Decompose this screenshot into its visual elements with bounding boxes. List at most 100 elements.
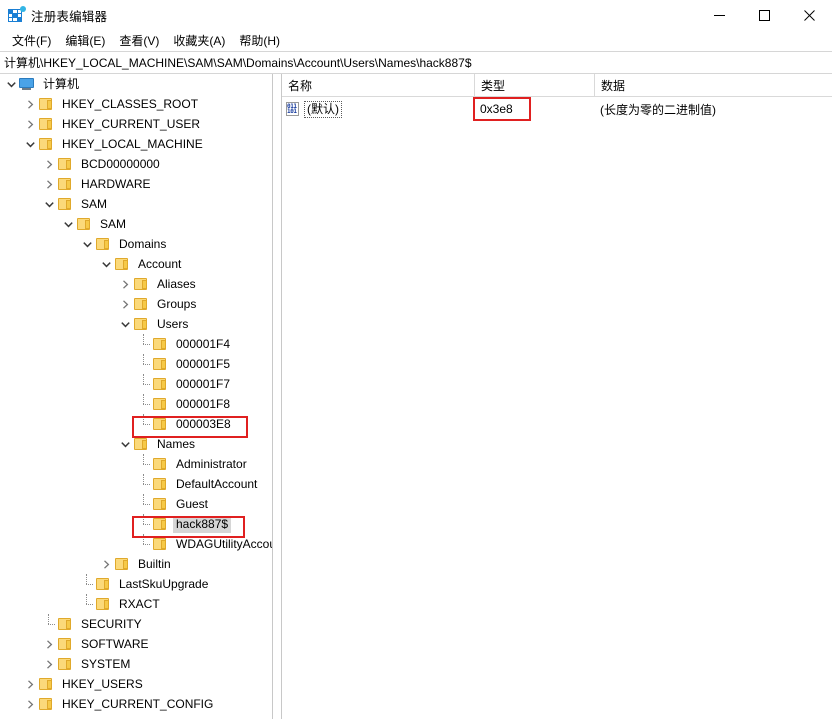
chevron-down-icon[interactable] <box>22 134 38 154</box>
folder-icon <box>38 677 54 691</box>
tree-node-SOFTWARE[interactable]: SOFTWARE <box>0 634 272 654</box>
tree-node-SAM[interactable]: SAM <box>0 194 272 214</box>
folder-icon <box>152 397 168 411</box>
tree-node-HKEY_CLASSES_ROOT[interactable]: HKEY_CLASSES_ROOT <box>0 94 272 114</box>
tree-node-LastSkuUpgrade[interactable]: LastSkuUpgrade <box>0 574 272 594</box>
tree-node-Groups[interactable]: Groups <box>0 294 272 314</box>
tree-node-label: HKEY_CURRENT_CONFIG <box>62 696 214 711</box>
chevron-right-icon[interactable] <box>41 174 57 194</box>
chevron-right-icon[interactable] <box>22 114 38 134</box>
tree-node-label: 000001F7 <box>176 376 231 391</box>
tree-node-000003E8[interactable]: 000003E8 <box>0 414 272 434</box>
list-header: 名称 类型 数据 <box>282 74 832 97</box>
window-controls <box>697 0 832 30</box>
tree-node-RXACT[interactable]: RXACT <box>0 594 272 614</box>
panel-splitter[interactable] <box>272 74 282 719</box>
column-header-data[interactable]: 数据 <box>594 74 832 96</box>
folder-icon <box>57 157 73 171</box>
tree-node-HKEY_CURRENT_USER[interactable]: HKEY_CURRENT_USER <box>0 114 272 134</box>
minimize-button[interactable] <box>697 0 742 30</box>
menu-file[interactable]: 文件(F) <box>5 30 58 52</box>
tree-connector <box>79 594 95 614</box>
menu-edit[interactable]: 编辑(E) <box>58 30 112 52</box>
chevron-right-icon[interactable] <box>41 154 57 174</box>
value-name-cell[interactable]: 011 101 (默认) <box>282 99 474 119</box>
tree-node-SECURITY[interactable]: SECURITY <box>0 614 272 634</box>
chevron-right-icon[interactable] <box>41 654 57 674</box>
chevron-right-icon[interactable] <box>41 634 57 654</box>
tree-node-label: HKEY_USERS <box>62 676 143 691</box>
folder-icon <box>152 417 168 431</box>
value-type-cell[interactable]: 0x3e8 <box>473 97 594 121</box>
tree-node-HKEY_LOCAL_MACHINE[interactable]: HKEY_LOCAL_MACHINE <box>0 134 272 154</box>
tree-node-HKEY_CURRENT_CONFIG[interactable]: HKEY_CURRENT_CONFIG <box>0 694 272 714</box>
chevron-down-icon[interactable] <box>117 434 133 454</box>
tree-node-label: RXACT <box>119 596 160 611</box>
column-header-name[interactable]: 名称 <box>282 74 474 96</box>
address-bar[interactable]: 计算机\HKEY_LOCAL_MACHINE\SAM\SAM\Domains\A… <box>0 51 832 74</box>
tree-node-Guest[interactable]: Guest <box>0 494 272 514</box>
tree-node-000001F7[interactable]: 000001F7 <box>0 374 272 394</box>
tree-node-Account[interactable]: Account <box>0 254 272 274</box>
tree-node-label: DefaultAccount <box>176 476 258 491</box>
chevron-right-icon[interactable] <box>22 94 38 114</box>
chevron-down-icon[interactable] <box>117 314 133 334</box>
title-bar: 注册表编辑器 <box>0 0 832 30</box>
tree-node-HARDWARE[interactable]: HARDWARE <box>0 174 272 194</box>
tree-node-DefaultAccount[interactable]: DefaultAccount <box>0 474 272 494</box>
tree-connector <box>136 514 152 534</box>
tree-node-计算机[interactable]: 计算机 <box>0 74 272 94</box>
tree-node-label: HARDWARE <box>81 176 151 191</box>
folder-icon <box>57 637 73 651</box>
main-content: 计算机 HKEY_CLASSES_ROOT HKEY_CURRENT_USER HKE… <box>0 74 832 719</box>
tree-node-label: 000001F4 <box>176 336 231 351</box>
menu-help[interactable]: 帮助(H) <box>232 30 287 52</box>
tree-node-Aliases[interactable]: Aliases <box>0 274 272 294</box>
registry-tree-panel[interactable]: 计算机 HKEY_CLASSES_ROOT HKEY_CURRENT_USER HKE… <box>0 74 272 719</box>
menu-view[interactable]: 查看(V) <box>112 30 166 52</box>
folder-icon <box>38 697 54 711</box>
tree-node-Users[interactable]: Users <box>0 314 272 334</box>
chevron-down-icon[interactable] <box>79 234 95 254</box>
tree-node-label: Names <box>157 436 196 451</box>
value-type-text: 0x3e8 <box>480 102 513 116</box>
tree-node-WDAGUtilityAccount[interactable]: WDAGUtilityAccount <box>0 534 272 554</box>
tree-node-SYSTEM[interactable]: SYSTEM <box>0 654 272 674</box>
chevron-down-icon[interactable] <box>60 214 76 234</box>
tree-node-label: BCD00000000 <box>81 156 160 171</box>
tree-node-BCD00000000[interactable]: BCD00000000 <box>0 154 272 174</box>
tree-node-Administrator[interactable]: Administrator <box>0 454 272 474</box>
tree-node-hack887$[interactable]: hack887$ <box>0 514 272 534</box>
chevron-down-icon[interactable] <box>98 254 114 274</box>
close-button[interactable] <box>787 0 832 30</box>
chevron-down-icon[interactable] <box>3 74 19 94</box>
tree-node-000001F4[interactable]: 000001F4 <box>0 334 272 354</box>
tree-connector <box>136 374 152 394</box>
tree-node-label: Builtin <box>138 556 171 571</box>
tree-node-000001F8[interactable]: 000001F8 <box>0 394 272 414</box>
table-row[interactable]: 011 101 (默认) 0x3e8 (长度为零的二进制值) <box>282 97 832 121</box>
folder-icon <box>114 257 130 271</box>
tree-node-SAM[interactable]: SAM <box>0 214 272 234</box>
chevron-right-icon[interactable] <box>98 554 114 574</box>
tree-node-Names[interactable]: Names <box>0 434 272 454</box>
column-header-type[interactable]: 类型 <box>474 74 594 96</box>
folder-icon <box>152 537 168 551</box>
chevron-right-icon[interactable] <box>117 294 133 314</box>
value-data-cell[interactable]: (长度为零的二进制值) <box>594 99 832 119</box>
tree-node-label: HKEY_LOCAL_MACHINE <box>62 136 203 151</box>
tree-node-Domains[interactable]: Domains <box>0 234 272 254</box>
chevron-down-icon[interactable] <box>41 194 57 214</box>
tree-node-Builtin[interactable]: Builtin <box>0 554 272 574</box>
tree-node-label: Account <box>138 256 182 271</box>
tree-node-HKEY_USERS[interactable]: HKEY_USERS <box>0 674 272 694</box>
maximize-button[interactable] <box>742 0 787 30</box>
registry-values-panel[interactable]: 名称 类型 数据 011 101 (默认) 0x3e8 (长度为零的二进制值) <box>282 74 832 719</box>
folder-icon <box>95 577 111 591</box>
menu-favorites[interactable]: 收藏夹(A) <box>166 30 232 52</box>
tree-node-000001F5[interactable]: 000001F5 <box>0 354 272 374</box>
chevron-right-icon[interactable] <box>117 274 133 294</box>
chevron-right-icon[interactable] <box>22 674 38 694</box>
folder-icon <box>152 337 168 351</box>
chevron-right-icon[interactable] <box>22 694 38 714</box>
